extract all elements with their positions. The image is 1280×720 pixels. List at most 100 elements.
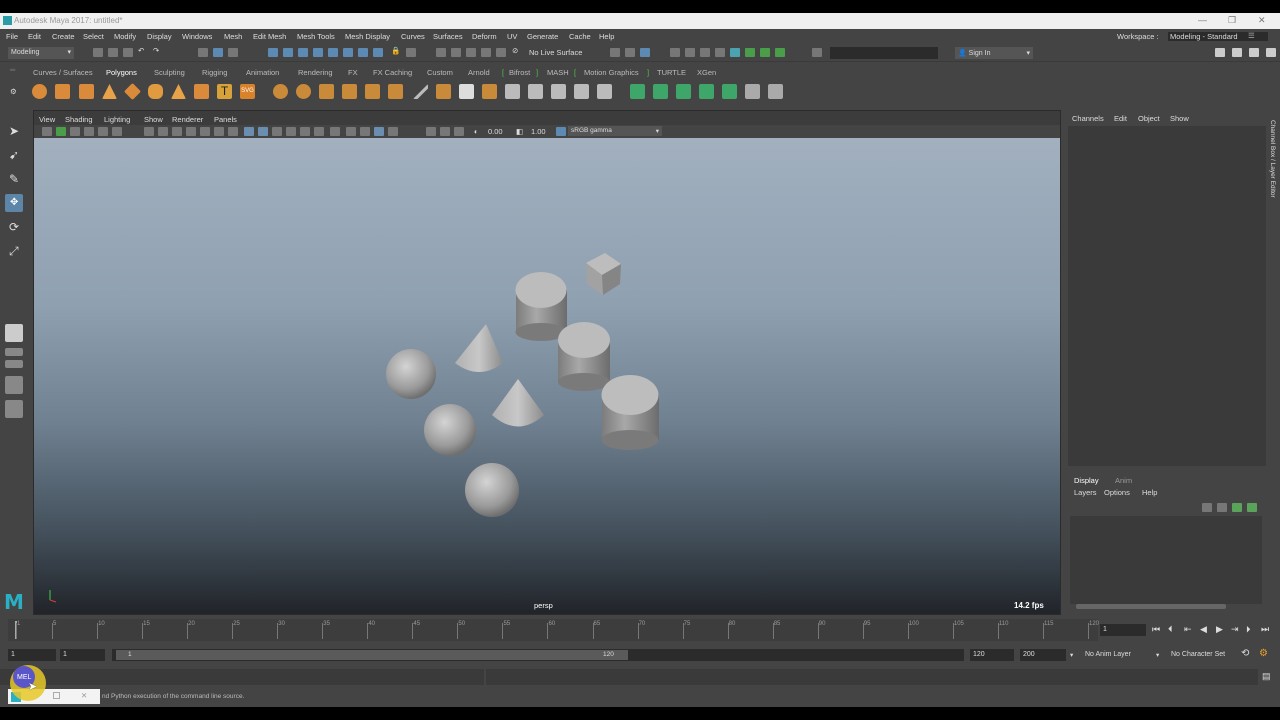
screen-space-ao-icon[interactable]	[346, 127, 356, 136]
shelf-tab-curves-surfaces[interactable]: Curves / Surfaces	[33, 68, 93, 77]
step-back-frame-icon[interactable]: ⏴	[1168, 624, 1173, 635]
xray-joints-icon[interactable]	[454, 127, 464, 136]
panel-layout-icon[interactable]	[1215, 48, 1225, 57]
spherical-mapping-icon[interactable]	[676, 84, 691, 99]
paint-select-tool-icon[interactable]: ✎	[5, 170, 23, 188]
shelf-tab-bifrost[interactable]: Bifrost	[509, 68, 530, 77]
menu-uv[interactable]: UV	[507, 32, 517, 41]
select-components-icon[interactable]	[228, 48, 238, 57]
poly-sphere-object[interactable]	[465, 463, 519, 517]
single-view-layout-icon[interactable]	[5, 324, 23, 342]
rotate-tool-icon[interactable]: ⟳	[5, 218, 23, 236]
shelf-drag-handle[interactable]: ═	[10, 65, 15, 74]
smooth-icon[interactable]	[319, 84, 334, 99]
depth-of-field-icon[interactable]	[388, 127, 398, 136]
default-material-icon[interactable]	[272, 127, 282, 136]
shadows-icon[interactable]	[330, 127, 340, 136]
undo-icon[interactable]: ↶	[138, 46, 144, 55]
minimize-icon[interactable]: —	[1198, 15, 1207, 25]
script-editor-icon[interactable]: ▤	[1262, 671, 1271, 682]
target-weld-icon[interactable]	[528, 84, 543, 99]
image-plane-icon[interactable]	[84, 127, 94, 136]
play-forwards-icon[interactable]: ▶	[1216, 624, 1223, 635]
sign-in-button[interactable]: 👤 Sign In ▾	[955, 47, 1033, 59]
poly-sphere-object[interactable]	[424, 404, 476, 456]
shelf-tab-turtle[interactable]: TURTLE	[657, 68, 686, 77]
new-scene-icon[interactable]	[93, 48, 103, 57]
modeling-toolkit-icon[interactable]	[775, 48, 785, 57]
menu-deform[interactable]: Deform	[472, 32, 497, 41]
outliner-icon[interactable]	[5, 400, 23, 418]
svg-icon[interactable]: SVG	[240, 84, 255, 99]
combine-icon[interactable]	[273, 84, 288, 99]
mask-misc-icon[interactable]	[373, 48, 383, 57]
layer-tab-anim[interactable]: Anim	[1115, 476, 1132, 485]
extract-icon[interactable]	[388, 84, 403, 99]
layer-tab-display[interactable]: Display	[1074, 476, 1099, 485]
snap-grid-icon[interactable]	[436, 48, 446, 57]
shelf-tab-polygons[interactable]: Polygons	[106, 68, 137, 77]
menuset-dropdown[interactable]: Modeling ▾	[8, 47, 74, 59]
mask-handles-icon[interactable]	[268, 48, 278, 57]
safe-title-icon[interactable]	[228, 127, 238, 136]
use-all-lights-icon[interactable]	[314, 127, 324, 136]
poly-cylinder-object[interactable]	[601, 375, 660, 450]
panel-menu-lighting[interactable]: Lighting	[104, 115, 130, 124]
attribute-editor-toggle-icon[interactable]	[1232, 48, 1242, 57]
current-frame-field[interactable]: 1	[1100, 624, 1146, 636]
cylindrical-mapping-icon[interactable]	[653, 84, 668, 99]
playback-end-field[interactable]: 120	[970, 649, 1014, 661]
playback-start-field[interactable]: 1	[60, 649, 105, 661]
mask-joints-icon[interactable]	[283, 48, 293, 57]
gamma-field[interactable]: 1.00	[531, 127, 546, 136]
go-to-end-icon[interactable]: ⏭	[1261, 624, 1269, 635]
camera-attributes-icon[interactable]	[56, 127, 66, 136]
menu-cache[interactable]: Cache	[569, 32, 591, 41]
animation-preferences-icon[interactable]: ⚙	[1259, 648, 1268, 659]
channel-menu-show[interactable]: Show	[1170, 114, 1189, 123]
bevel-icon[interactable]	[482, 84, 497, 99]
restore-icon[interactable]	[53, 692, 60, 699]
multi-cut-icon[interactable]	[413, 84, 428, 99]
front-persp-layout-icon[interactable]	[5, 360, 23, 368]
persp-outliner-layout-icon[interactable]	[5, 376, 23, 394]
shelf-tab-fx[interactable]: FX	[348, 68, 358, 77]
poly-cone-icon[interactable]	[102, 84, 117, 99]
perspective-viewport[interactable]: persp 14.2 fps	[34, 138, 1060, 614]
mask-deformations-icon[interactable]	[328, 48, 338, 57]
bookmark-icon[interactable]	[70, 127, 80, 136]
poly-cube-object[interactable]	[586, 253, 621, 295]
two-d-pan-zoom-icon[interactable]	[98, 127, 108, 136]
mask-curves-icon[interactable]	[298, 48, 308, 57]
channel-box-side-tab[interactable]: Channel Box / Layer Editor	[1266, 110, 1280, 615]
step-back-key-icon[interactable]: ⇤	[1184, 624, 1192, 635]
panel-menu-view[interactable]: View	[39, 115, 55, 124]
animation-end-field[interactable]: 200	[1020, 649, 1066, 661]
extrude-icon[interactable]	[436, 84, 451, 99]
step-forward-frame-icon[interactable]: ⏵	[1246, 624, 1251, 635]
animation-start-field[interactable]: 1	[8, 649, 56, 661]
color-space-dropdown[interactable]: sRGB gamma ▾	[568, 126, 662, 136]
highlight-selection-icon[interactable]	[406, 48, 416, 57]
menu-modify[interactable]: Modify	[114, 32, 136, 41]
shelf-tab-mash[interactable]: MASH	[547, 68, 569, 77]
poly-cylinder-object[interactable]	[515, 272, 568, 341]
channel-menu-edit[interactable]: Edit	[1114, 114, 1127, 123]
menu-generate[interactable]: Generate	[527, 32, 558, 41]
uv-cut-sew-icon[interactable]	[768, 84, 783, 99]
mask-rendering-icon[interactable]	[358, 48, 368, 57]
lock-icon[interactable]: 🔒	[391, 46, 400, 55]
wireframe-icon[interactable]	[244, 127, 254, 136]
snap-curve-icon[interactable]	[451, 48, 461, 57]
mask-dynamics-icon[interactable]	[343, 48, 353, 57]
time-slider[interactable]: 1 5 10 15 20 25 30 35 40 45 50 55 60 65 70 75 80 85 90 95 10…	[0, 617, 1280, 645]
layer-scrollbar[interactable]	[1076, 604, 1226, 609]
menu-select[interactable]: Select	[83, 32, 104, 41]
shelf-menu-icon[interactable]: ⚙	[10, 87, 17, 96]
menu-mesh-display[interactable]: Mesh Display	[345, 32, 390, 41]
layer-menu-options[interactable]: Options	[1104, 488, 1130, 497]
live-surface-icon[interactable]: ⊘	[512, 46, 518, 55]
isolate-select-icon[interactable]	[426, 127, 436, 136]
new-layer-selected-icon[interactable]	[1247, 503, 1257, 512]
close-icon[interactable]: ✕	[81, 691, 87, 700]
